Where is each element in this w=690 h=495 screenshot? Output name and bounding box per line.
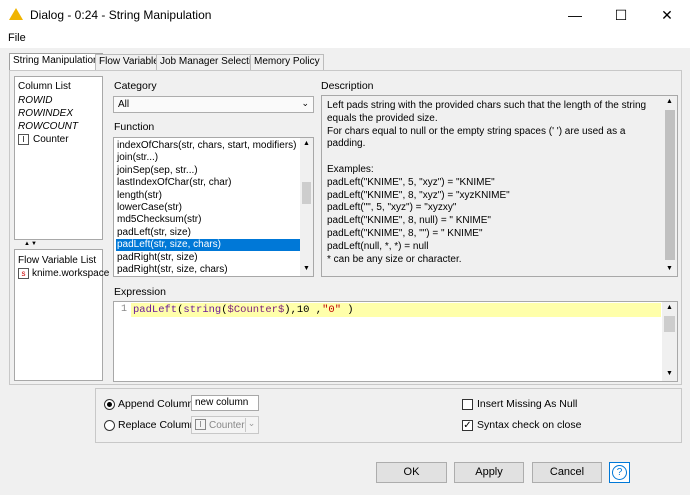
append-column-input[interactable]: new column bbox=[191, 395, 259, 411]
syntax-check-checkbox[interactable]: ✓ bbox=[462, 420, 473, 431]
line-number: 1 bbox=[120, 304, 127, 315]
function-item[interactable]: padLeft(str, size, chars) bbox=[116, 239, 302, 252]
description-line: Left pads string with the provided chars… bbox=[327, 100, 647, 111]
menu-bar: File bbox=[0, 30, 690, 48]
integer-type-icon: I bbox=[195, 419, 206, 430]
flow-variable-list-header: Flow Variable List bbox=[18, 255, 97, 266]
chevron-down-icon: ⌄ bbox=[301, 98, 309, 108]
column-item-label: Counter bbox=[33, 134, 69, 145]
append-column-label: Append Column: bbox=[118, 398, 197, 410]
column-item-counter[interactable]: I Counter bbox=[18, 134, 69, 146]
cancel-button[interactable]: Cancel bbox=[532, 462, 602, 483]
replace-column-label: Replace Column: bbox=[118, 419, 199, 431]
description-line: padLeft("KNIME", 8, "xyz") = "xyzKNIME" bbox=[327, 189, 510, 201]
description-line: padding. bbox=[327, 138, 366, 150]
scroll-down-icon[interactable]: ▼ bbox=[666, 265, 673, 272]
description-line: padLeft("KNIME", 5, "xyz") = "KNIME" bbox=[327, 176, 495, 188]
close-button[interactable]: ✕ bbox=[644, 0, 690, 30]
flow-variable-list[interactable]: Flow Variable List s knime.workspace bbox=[14, 249, 109, 381]
menu-file[interactable]: File bbox=[8, 32, 26, 44]
function-item[interactable]: lastIndexOfChar(str, char) bbox=[116, 177, 302, 189]
function-item[interactable]: padLeft(str, size) bbox=[116, 227, 302, 239]
description-line: padLeft("KNIME", 8, "") = " KNIME" bbox=[327, 228, 483, 239]
category-value: All bbox=[118, 99, 130, 110]
flow-variable-label: knime.workspace bbox=[32, 268, 110, 279]
description-box: Left pads string with the provided chars… bbox=[321, 95, 678, 277]
maximize-button[interactable]: ☐ bbox=[598, 0, 644, 30]
description-line: Examples: bbox=[327, 164, 374, 175]
description-line: * can be any size or character. bbox=[327, 253, 462, 265]
category-select[interactable]: All ⌄ bbox=[113, 96, 314, 113]
scroll-down-icon[interactable]: ▼ bbox=[666, 370, 673, 377]
expression-editor[interactable]: 1 padLeft(string($Counter$),10 ,"0" ) ▲ … bbox=[113, 301, 678, 382]
line-gutter: 1 bbox=[114, 302, 130, 381]
replace-column-select[interactable]: I Counter ⌄ bbox=[191, 416, 259, 434]
scroll-up-icon[interactable]: ▲ bbox=[303, 140, 310, 147]
column-item-rowcount[interactable]: ROWCOUNT bbox=[18, 121, 78, 133]
function-item[interactable]: lowerCase(str) bbox=[116, 202, 302, 214]
string-type-icon: s bbox=[18, 268, 29, 279]
ok-button[interactable]: OK bbox=[376, 462, 447, 483]
description-scrollbar[interactable]: ▲ ▼ bbox=[663, 96, 677, 276]
column-item-rowid[interactable]: ROWID bbox=[18, 95, 52, 107]
function-item[interactable]: join(str...) bbox=[116, 152, 302, 164]
function-scrollbar[interactable]: ▲ ▼ bbox=[300, 138, 313, 276]
insert-missing-checkbox[interactable] bbox=[462, 399, 473, 410]
description-line: padLeft("KNIME", 8, null) = " KNIME" bbox=[327, 215, 491, 227]
splitter-arrows-icon[interactable]: ▲▼ bbox=[24, 241, 38, 247]
integer-type-icon: I bbox=[18, 134, 29, 145]
description-line: padLeft(null, *, *) = null bbox=[327, 240, 429, 252]
append-column-radio[interactable] bbox=[104, 399, 115, 410]
title-bar: Dialog - 0:24 - String Manipulation — ☐ … bbox=[0, 0, 690, 30]
tab-memory-policy[interactable]: Memory Policy bbox=[250, 54, 324, 70]
description-line: padLeft("", 5, "xyz") = "xyzxy" bbox=[327, 202, 457, 214]
minimize-button[interactable]: — bbox=[552, 0, 598, 30]
scroll-up-icon[interactable]: ▲ bbox=[666, 304, 673, 311]
function-item[interactable]: joinSep(sep, str...) bbox=[116, 165, 302, 177]
function-item[interactable]: length(str) bbox=[116, 190, 302, 202]
function-item[interactable]: padRight(str, size) bbox=[116, 252, 302, 264]
apply-button[interactable]: Apply bbox=[454, 462, 524, 483]
insert-missing-label: Insert Missing As Null bbox=[477, 398, 578, 410]
scroll-down-icon[interactable]: ▼ bbox=[303, 265, 310, 272]
function-item[interactable]: indexOfChars(str, chars, start, modifier… bbox=[116, 140, 302, 152]
tab-string-manipulation[interactable]: String Manipulation bbox=[9, 53, 103, 71]
output-options-panel: Append Column: new column Replace Column… bbox=[95, 388, 682, 443]
replace-column-value: Counter bbox=[209, 420, 245, 431]
category-label: Category bbox=[114, 80, 157, 92]
expression-label: Expression bbox=[114, 286, 166, 298]
warning-icon bbox=[9, 8, 23, 20]
column-list[interactable]: Column List ROWID ROWINDEX ROWCOUNT I Cou… bbox=[14, 76, 103, 240]
scroll-up-icon[interactable]: ▲ bbox=[666, 98, 673, 105]
column-item-rowindex[interactable]: ROWINDEX bbox=[18, 108, 73, 120]
chevron-down-icon: ⌄ bbox=[245, 418, 257, 432]
scroll-thumb[interactable] bbox=[302, 182, 311, 204]
description-line: For chars equal to null or the empty str… bbox=[327, 125, 626, 137]
syntax-check-label: Syntax check on close bbox=[477, 419, 582, 431]
column-list-header: Column List bbox=[18, 81, 71, 92]
replace-column-radio[interactable] bbox=[104, 420, 115, 431]
window-title: Dialog - 0:24 - String Manipulation bbox=[30, 8, 212, 22]
function-label: Function bbox=[114, 121, 155, 133]
main-panel: Column List ROWID ROWINDEX ROWCOUNT I Cou… bbox=[9, 70, 682, 385]
flow-variable-item[interactable]: s knime.workspace bbox=[18, 268, 109, 280]
function-item[interactable]: md5Checksum(str) bbox=[116, 214, 302, 226]
description-label: Description bbox=[321, 80, 374, 92]
scroll-thumb[interactable] bbox=[664, 316, 675, 332]
expression-code[interactable]: padLeft(string($Counter$),10 ,"0" ) bbox=[133, 304, 354, 316]
function-list[interactable]: indexOfChars(str, chars, start, modifier… bbox=[113, 137, 314, 277]
help-button[interactable]: ? bbox=[609, 462, 630, 483]
expression-scrollbar[interactable]: ▲ ▼ bbox=[662, 302, 677, 381]
help-icon: ? bbox=[612, 465, 627, 480]
scroll-thumb[interactable] bbox=[665, 110, 675, 260]
description-line: equals the provided size. bbox=[327, 112, 438, 124]
function-item[interactable]: padRight(str, size, chars) bbox=[116, 264, 302, 276]
